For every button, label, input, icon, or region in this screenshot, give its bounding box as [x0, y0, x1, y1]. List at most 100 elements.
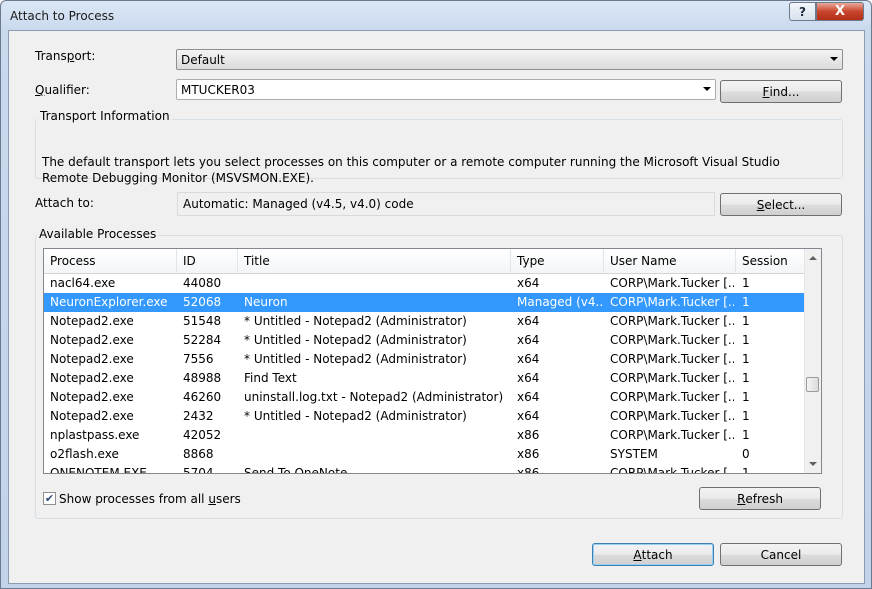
column-header-process[interactable]: Process: [44, 249, 177, 273]
table-row[interactable]: Notepad2.exe 7556 * Untitled - Notepad2 (A…: [44, 350, 806, 369]
process-name-cell: ONENOTEM.EXE: [50, 466, 147, 474]
process-list-scrollbar[interactable]: [804, 249, 821, 473]
process-type-cell: x86: [517, 447, 540, 461]
process-title-cell: Send To OneNote: [244, 466, 348, 474]
process-id-cell: 7556: [183, 352, 214, 366]
process-session-cell: 1: [742, 333, 750, 347]
qualifier-value: MTUCKER03: [181, 83, 255, 97]
process-user-cell: CORP\Mark.Tucker [...: [610, 276, 734, 290]
process-session-cell: 0: [742, 447, 750, 461]
process-id-cell: 52068: [183, 295, 222, 309]
process-title-cell: Find Text: [244, 371, 297, 385]
process-name-cell: Notepad2.exe: [50, 409, 134, 423]
process-list-header: Process ID Title Type User Name Session: [44, 249, 806, 274]
transport-dropdown[interactable]: Default: [176, 49, 843, 70]
window-title: Attach to Process: [10, 9, 115, 23]
process-id-cell: 48988: [183, 371, 222, 385]
table-row[interactable]: nacl64.exe 44080 x64 CORP\Mark.Tucker [... 1: [44, 274, 806, 293]
process-session-cell: 1: [742, 409, 750, 423]
process-name-cell: Notepad2.exe: [50, 371, 134, 385]
process-name-cell: Notepad2.exe: [50, 314, 134, 328]
process-session-cell: 1: [742, 295, 750, 309]
attach-to-value: Automatic: Managed (v4.5, v4.0) code: [177, 192, 715, 216]
refresh-button[interactable]: Refresh: [699, 487, 821, 510]
process-title-cell: * Untitled - Notepad2 (Administrator): [244, 409, 467, 423]
process-id-cell: 44080: [183, 276, 222, 290]
process-session-cell: 1: [742, 466, 750, 474]
process-user-cell: CORP\Mark.Tucker [...: [610, 295, 734, 309]
available-processes-title: Available Processes: [37, 227, 159, 241]
chevron-down-icon: [830, 57, 838, 61]
process-user-cell: CORP\Mark.Tucker [...: [610, 390, 734, 404]
process-session-cell: 1: [742, 371, 750, 385]
table-row[interactable]: Notepad2.exe 52284 * Untitled - Notepad2 (…: [44, 331, 806, 350]
show-all-users-checkbox[interactable]: ✔: [43, 492, 56, 505]
process-session-cell: 1: [742, 352, 750, 366]
process-type-cell: x64: [517, 333, 540, 347]
column-header-user-name[interactable]: User Name: [604, 249, 736, 273]
process-id-cell: 8868: [183, 447, 214, 461]
process-type-cell: x86: [517, 466, 540, 474]
column-header-title[interactable]: Title: [238, 249, 511, 273]
column-header-session[interactable]: Session: [736, 249, 806, 273]
table-row[interactable]: Notepad2.exe 46260 uninstall.log.txt - Not…: [44, 388, 806, 407]
transport-value: Default: [181, 53, 225, 67]
process-user-cell: CORP\Mark.Tucker [...: [610, 428, 734, 442]
scroll-down-arrow-icon[interactable]: [809, 462, 817, 466]
process-name-cell: nacl64.exe: [50, 276, 116, 290]
table-row[interactable]: o2flash.exe 8868 x86 SYSTEM 0: [44, 445, 806, 464]
scroll-up-arrow-icon[interactable]: [809, 256, 817, 260]
column-header-type[interactable]: Type: [511, 249, 604, 273]
column-header-id[interactable]: ID: [177, 249, 238, 273]
process-type-cell: x64: [517, 409, 540, 423]
dialog-body: Transport: Default Qualifier: MTUCKER03 …: [8, 30, 865, 584]
process-id-cell: 42052: [183, 428, 222, 442]
process-type-cell: x86: [517, 428, 540, 442]
transport-info-title: Transport Information: [38, 109, 172, 123]
transport-label: Transport:: [35, 49, 96, 63]
process-type-cell: x64: [517, 352, 540, 366]
process-list[interactable]: Process ID Title Type User Name Session …: [43, 248, 822, 474]
process-type-cell: x64: [517, 390, 540, 404]
process-type-cell: x64: [517, 371, 540, 385]
cancel-button[interactable]: Cancel: [720, 543, 842, 566]
process-id-cell: 2432: [183, 409, 214, 423]
qualifier-combobox[interactable]: MTUCKER03: [176, 79, 716, 100]
process-type-cell: x64: [517, 276, 540, 290]
process-id-cell: 46260: [183, 390, 222, 404]
chevron-down-icon[interactable]: [703, 87, 711, 91]
table-row[interactable]: Notepad2.exe 2432 * Untitled - Notepad2 (A…: [44, 407, 806, 426]
process-name-cell: Notepad2.exe: [50, 390, 134, 404]
select-button[interactable]: Select...: [720, 193, 842, 216]
find-button[interactable]: Find...: [720, 80, 842, 103]
table-row[interactable]: Notepad2.exe 51548 * Untitled - Notepad2 (…: [44, 312, 806, 331]
process-user-cell: CORP\Mark.Tucker [...: [610, 352, 734, 366]
process-title-cell: * Untitled - Notepad2 (Administrator): [244, 333, 467, 347]
process-type-cell: Managed (v4....: [517, 295, 602, 309]
table-row[interactable]: Notepad2.exe 48988 Find Text x64 CORP\Mark.T…: [44, 369, 806, 388]
title-bar[interactable]: Attach to Process ? X: [1, 1, 871, 29]
process-name-cell: o2flash.exe: [50, 447, 119, 461]
scrollbar-thumb[interactable]: [806, 377, 819, 392]
process-title-cell: Neuron: [244, 295, 288, 309]
table-row[interactable]: NeuronExplorer.exe 52068 Neuron Managed (v4…: [44, 293, 806, 312]
close-button[interactable]: X: [816, 2, 864, 21]
process-user-cell: CORP\Mark.Tucker [...: [610, 314, 734, 328]
table-row[interactable]: ONENOTEM.EXE 5704 Send To OneNote x86 CORP\M…: [44, 464, 806, 474]
process-name-cell: nplastpass.exe: [50, 428, 140, 442]
show-all-users-label[interactable]: Show processes from all users: [59, 492, 241, 506]
process-title-cell: * Untitled - Notepad2 (Administrator): [244, 314, 467, 328]
process-user-cell: CORP\Mark.Tucker [...: [610, 409, 734, 423]
process-user-cell: CORP\Mark.Tucker [...: [610, 371, 734, 385]
process-user-cell: CORP\Mark.Tucker [...: [610, 333, 734, 347]
process-session-cell: 1: [742, 314, 750, 328]
process-session-cell: 1: [742, 276, 750, 290]
help-button[interactable]: ?: [789, 2, 816, 21]
attach-button[interactable]: Attach: [592, 543, 714, 566]
process-id-cell: 52284: [183, 333, 222, 347]
table-row[interactable]: nplastpass.exe 42052 x86 CORP\Mark.Tucker […: [44, 426, 806, 445]
process-session-cell: 1: [742, 390, 750, 404]
qualifier-label: Qualifier:: [35, 83, 90, 97]
process-title-cell: * Untitled - Notepad2 (Administrator): [244, 352, 467, 366]
process-name-cell: Notepad2.exe: [50, 352, 134, 366]
